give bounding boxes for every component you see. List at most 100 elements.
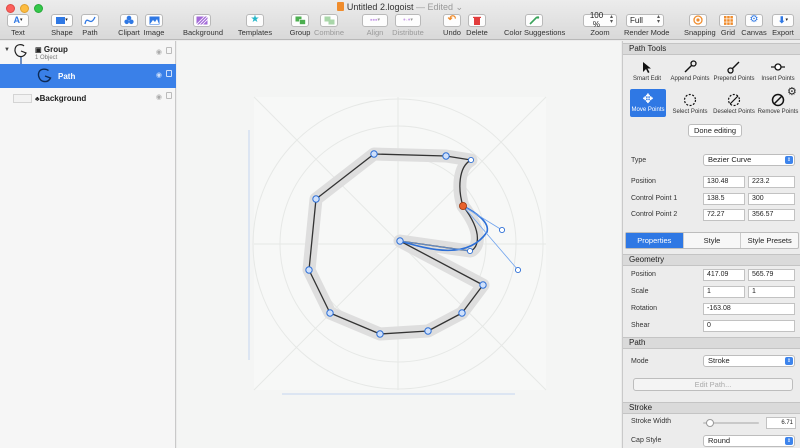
undo-icon: ↶ [443,13,461,27]
control-point-2-x-field[interactable]: 72.27 [703,209,745,221]
layer-group[interactable]: ▼ ▣ Group 1 Object ◉ [0,41,176,64]
background-icon [193,13,211,27]
lock-icon[interactable] [166,92,172,99]
type-select[interactable]: Bezier Curve ⇕ [703,154,795,166]
control-point-2-y-field[interactable]: 356.57 [748,209,795,221]
undo-button[interactable]: ↶ Undo [441,13,463,37]
window-title: Untitled 2.logoist — Edited ⌄ [0,2,800,13]
document-icon [336,2,344,11]
visibility-eye-icon[interactable]: ◉ [156,48,162,56]
done-editing-button[interactable]: Done editing [688,124,742,137]
stroke-width-slider-knob[interactable] [706,419,715,427]
move-points-tool[interactable]: ✥ Move Points [630,89,666,117]
move-points-label: Move Points [631,107,665,113]
position-x-field[interactable]: 130.48 [703,176,745,188]
stroke-width-field[interactable]: 6.71 [766,417,796,429]
layer-path[interactable]: Path ◉ [0,64,176,88]
shape-icon: ▾ [51,13,73,27]
insert-points-tool[interactable]: Insert Points [756,58,800,82]
image-label: Image [143,28,165,37]
inspector-panel: Path Tools Smart Edit Append Points Prep… [622,41,800,448]
image-button[interactable]: Image [143,13,165,37]
color-suggestions-label: Color Suggestions [504,28,566,37]
pen-prepend-icon [712,58,756,76]
drawing-canvas[interactable] [177,41,621,448]
gear-icon: ⚙ [745,13,763,27]
text-tool-label: Text [11,28,25,37]
selected-anchor-point[interactable] [458,201,467,210]
control-point-1-label: Control Point 1 [631,195,678,202]
scale-y-field[interactable]: 1 [748,286,795,298]
insert-points-label: Insert Points [761,76,795,82]
mode-select[interactable]: Stroke ⇕ [703,355,795,367]
visibility-eye-icon[interactable]: ◉ [156,93,162,101]
smart-edit-tool[interactable]: Smart Edit [625,58,669,82]
render-mode-label: Render Mode [624,28,670,37]
color-suggestions-button[interactable]: Color Suggestions [504,13,566,37]
lock-icon[interactable] [166,70,172,77]
zoom-control[interactable]: 100 % ▴ ▾ Zoom [582,11,618,37]
scale-label: Scale [631,288,649,295]
combine-button[interactable]: Combine [313,13,345,37]
path-tool-button[interactable]: Path [80,13,100,37]
select-points-tool[interactable]: Select Points [668,91,712,115]
delete-button[interactable]: Delete [465,13,489,37]
layer-background[interactable]: ♣Background ◉ [0,88,176,108]
grid-button[interactable]: Grid [718,13,738,37]
zoom-field[interactable]: 100 % ▴ ▾ [583,11,617,29]
render-mode-select[interactable]: Full ▴ ▾ [626,13,664,27]
geometry-position-x-field[interactable]: 417.09 [703,269,745,281]
shape-tool-button[interactable]: ▾ Shape [50,13,74,37]
disclosure-triangle-icon[interactable]: ▼ [4,47,10,53]
scale-x-field[interactable]: 1 [703,286,745,298]
group-button[interactable]: Group [289,13,311,37]
align-button[interactable]: ▪▪▪ ▾ Align [361,13,389,37]
layer-background-label: ♣Background [35,94,86,103]
stroke-header: Stroke [623,402,800,414]
visibility-eye-icon[interactable]: ◉ [156,71,162,79]
combine-icon [320,13,338,27]
group-thumbnail-icon [14,44,27,58]
chevron-down-icon[interactable]: ⌄ [456,2,464,12]
align-label: Align [366,28,384,37]
edit-path-button[interactable]: Edit Path... [633,378,793,391]
render-mode-control[interactable]: Full ▴ ▾ Render Mode [624,13,670,37]
canvas-button[interactable]: ⚙ Canvas [741,13,767,37]
cursor-arrow-icon [625,58,669,76]
text-tool-button[interactable]: A ▾ Text [6,13,30,37]
edited-status: — Edited [415,2,454,12]
geometry-position-y-field[interactable]: 565.79 [748,269,795,281]
cap-style-select[interactable]: Round ⇕ [703,435,795,447]
templates-button[interactable]: ★ Templates [237,13,273,37]
prepend-points-tool[interactable]: Prepend Points [712,58,756,82]
tab-properties[interactable]: Properties [626,233,684,248]
deselect-points-tool[interactable]: Deselect Points [712,91,756,115]
canvas-artwork[interactable] [177,41,621,448]
grid-icon [719,13,737,27]
clipart-label: Clipart [118,28,140,37]
rotation-field[interactable]: -163.08 [703,303,795,315]
trash-icon [468,13,486,27]
stepper-icon[interactable]: ▴ ▾ [610,14,613,25]
path-tools-header: Path Tools [623,43,800,55]
background-button[interactable]: Background [183,13,223,37]
snapping-button[interactable]: Snapping [684,13,716,37]
tab-style-presets[interactable]: Style Presets [741,233,798,248]
append-points-tool[interactable]: Append Points [668,58,712,82]
shear-field[interactable]: 0 [703,320,795,332]
position-y-field[interactable]: 223.2 [748,176,795,188]
clipart-icon [120,13,138,27]
export-button[interactable]: ⬇ ▾ Export [770,13,796,37]
distribute-button[interactable]: •·• ▾ Distribute [392,13,424,37]
clipart-button[interactable]: Clipart [118,13,140,37]
layer-group-count: 1 Object [35,55,58,61]
canvas-label: Canvas [741,28,767,37]
tab-style[interactable]: Style [684,233,742,248]
gear-icon[interactable]: ⚙ [787,85,797,98]
control-point-1-x-field[interactable]: 138.5 [703,193,745,205]
lock-icon[interactable] [166,47,172,54]
control-point-1-y-field[interactable]: 300 [748,193,795,205]
insert-point-icon [756,58,800,76]
layer-background-name: Background [39,94,87,103]
type-label: Type [631,157,647,164]
